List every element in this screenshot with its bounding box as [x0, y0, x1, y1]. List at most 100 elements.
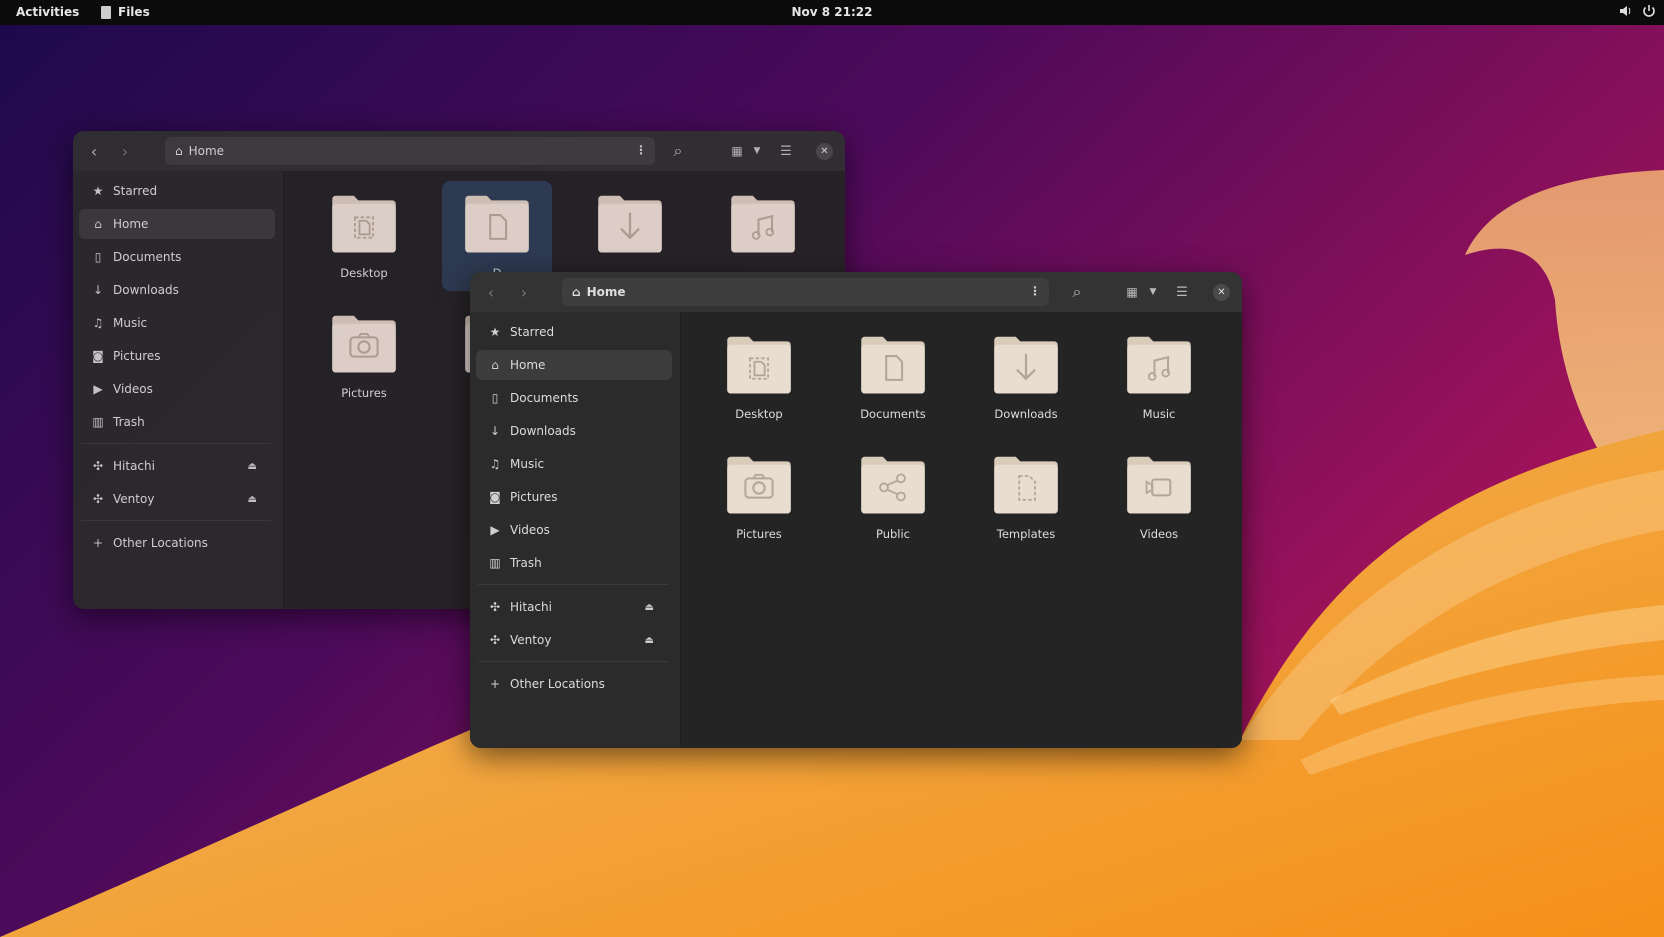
- path-menu-icon[interactable]: ⋮: [635, 143, 647, 157]
- download-icon: ↓: [92, 283, 104, 297]
- file-name: Desktop: [735, 407, 783, 421]
- sidebar-item-videos[interactable]: ▶ Videos: [476, 515, 672, 545]
- folder-templates[interactable]: Templates: [971, 442, 1081, 552]
- close-icon[interactable]: ✕: [1213, 284, 1230, 301]
- file-name: Public: [875, 527, 911, 541]
- file-name: Pictures: [341, 386, 387, 400]
- headerbar: ‹ › ⌂ Home ⋮ ⌕ ▦ ▼ ☰ ✕: [73, 131, 845, 171]
- folder-icon: [992, 442, 1060, 521]
- location-label: Home: [586, 285, 626, 299]
- file-name: Music: [1142, 407, 1176, 421]
- file-name: Pictures: [736, 527, 782, 541]
- usb-icon: ✣: [489, 600, 501, 614]
- sidebar-item-home[interactable]: ⌂ Home: [79, 209, 275, 239]
- folder-public[interactable]: Public: [838, 442, 948, 552]
- home-icon: ⌂: [175, 144, 183, 158]
- folder-pictures[interactable]: Pictures: [704, 442, 814, 552]
- back-button[interactable]: ‹: [479, 280, 503, 304]
- sidebar-item-home[interactable]: ⌂ Home: [476, 350, 672, 380]
- video-icon: ▶: [93, 382, 103, 396]
- file-view[interactable]: Desktop Documents Downloads Music Pictur…: [681, 312, 1242, 748]
- sidebar-item-label: Hitachi: [113, 459, 155, 473]
- file-name: Videos: [1139, 527, 1179, 541]
- sidebar-item-starred[interactable]: ★ Starred: [476, 317, 672, 347]
- sidebar-item-music[interactable]: ♫ Music: [476, 449, 672, 479]
- search-icon[interactable]: ⌕: [666, 139, 690, 163]
- music-icon: ♫: [489, 457, 501, 471]
- sidebar-item-downloads[interactable]: ↓ Downloads: [79, 275, 275, 305]
- menu-icon[interactable]: ☰: [774, 139, 798, 163]
- sidebar-item-other-locations[interactable]: + Other Locations: [79, 528, 275, 558]
- home-icon: ⌂: [94, 217, 102, 231]
- sidebar-item-videos[interactable]: ▶ Videos: [79, 374, 275, 404]
- location-bar[interactable]: ⌂ Home ⋮: [562, 278, 1049, 306]
- sidebar-item-documents[interactable]: ▯ Documents: [476, 383, 672, 413]
- sidebar-item-label: Ventoy: [113, 492, 155, 506]
- sidebar-item-hitachi[interactable]: ✣ Hitachi ⏏: [79, 451, 275, 481]
- sidebar-item-label: Music: [510, 457, 545, 471]
- sidebar-item-label: Hitachi: [510, 600, 552, 614]
- path-menu-icon[interactable]: ⋮: [1029, 284, 1041, 298]
- eject-icon[interactable]: ⏏: [645, 635, 654, 646]
- sidebar-item-label: Home: [510, 358, 546, 372]
- usb-icon: ✣: [92, 459, 104, 473]
- system-tray[interactable]: [1618, 4, 1656, 18]
- back-button[interactable]: ‹: [82, 139, 106, 163]
- eject-icon[interactable]: ⏏: [248, 461, 257, 472]
- headerbar: ‹ › ⌂ Home ⋮ ⌕ ▦ ▼ ☰ ✕: [470, 272, 1242, 312]
- sidebar-item-pictures[interactable]: ◙ Pictures: [476, 482, 672, 512]
- eject-icon[interactable]: ⏏: [645, 602, 654, 613]
- files-app-icon: [101, 5, 111, 19]
- sidebar-item-label: Pictures: [113, 349, 161, 363]
- menu-icon[interactable]: ☰: [1170, 280, 1194, 304]
- sidebar-item-hitachi[interactable]: ✣ Hitachi ⏏: [476, 592, 672, 622]
- sidebar-item-trash[interactable]: ▥ Trash: [79, 407, 275, 437]
- sidebar-item-music[interactable]: ♫ Music: [79, 308, 275, 338]
- sidebar-item-label: Pictures: [510, 490, 558, 504]
- folder-icon: [1125, 322, 1193, 401]
- folder-pictures[interactable]: Pictures: [309, 301, 419, 411]
- plus-icon: +: [92, 536, 104, 550]
- folder-documents[interactable]: Documents: [838, 322, 948, 432]
- folder-icon: [463, 181, 531, 260]
- sidebar-item-ventoy[interactable]: ✣ Ventoy ⏏: [476, 625, 672, 655]
- sidebar-item-label: Starred: [510, 325, 555, 339]
- volume-icon[interactable]: [1618, 4, 1632, 18]
- sidebar-item-ventoy[interactable]: ✣ Ventoy ⏏: [79, 484, 275, 514]
- sidebar-item-other-locations[interactable]: + Other Locations: [476, 669, 672, 699]
- chevron-down-icon[interactable]: ▼: [1141, 280, 1165, 304]
- forward-button[interactable]: ›: [512, 280, 536, 304]
- folder-icon: [596, 181, 664, 260]
- location-bar[interactable]: ⌂ Home ⋮: [165, 137, 655, 165]
- app-menu-button[interactable]: Files: [101, 5, 150, 19]
- folder-downloads[interactable]: Downloads: [971, 322, 1081, 432]
- folder-videos[interactable]: Videos: [1104, 442, 1214, 552]
- files-window-front[interactable]: ‹ › ⌂ Home ⋮ ⌕ ▦ ▼ ☰ ✕ ★ Starred ⌂ Home ▯ D…: [470, 272, 1242, 748]
- sidebar-item-label: Starred: [113, 184, 158, 198]
- eject-icon[interactable]: ⏏: [248, 494, 257, 505]
- power-icon[interactable]: [1642, 4, 1656, 18]
- chevron-down-icon[interactable]: ▼: [745, 139, 769, 163]
- sidebar-separator: [478, 661, 668, 662]
- sidebar-item-pictures[interactable]: ◙ Pictures: [79, 341, 275, 371]
- sidebar-item-label: Documents: [510, 391, 579, 405]
- search-icon[interactable]: ⌕: [1065, 280, 1089, 304]
- sidebar-item-label: Music: [113, 316, 148, 330]
- clock-button[interactable]: Nov 8 21:22: [791, 5, 872, 19]
- sidebar-item-label: Other Locations: [510, 677, 605, 691]
- folder-desktop[interactable]: Desktop: [704, 322, 814, 432]
- sidebar: ★ Starred ⌂ Home ▯ Documents ↓ Downloads ♫ Mu…: [73, 171, 284, 609]
- sidebar-item-documents[interactable]: ▯ Documents: [79, 242, 275, 272]
- sidebar-item-label: Trash: [510, 556, 542, 570]
- star-icon: ★: [92, 184, 104, 198]
- sidebar-item-downloads[interactable]: ↓ Downloads: [476, 416, 672, 446]
- app-menu-label: Files: [118, 5, 150, 19]
- activities-button[interactable]: Activities: [16, 5, 79, 19]
- forward-button[interactable]: ›: [113, 139, 137, 163]
- close-icon[interactable]: ✕: [816, 143, 833, 160]
- sidebar-item-trash[interactable]: ▥ Trash: [476, 548, 672, 578]
- folder-desktop[interactable]: Desktop: [309, 181, 419, 291]
- folder-music[interactable]: Music: [1104, 322, 1214, 432]
- sidebar-item-starred[interactable]: ★ Starred: [79, 176, 275, 206]
- sidebar-item-label: Other Locations: [113, 536, 208, 550]
